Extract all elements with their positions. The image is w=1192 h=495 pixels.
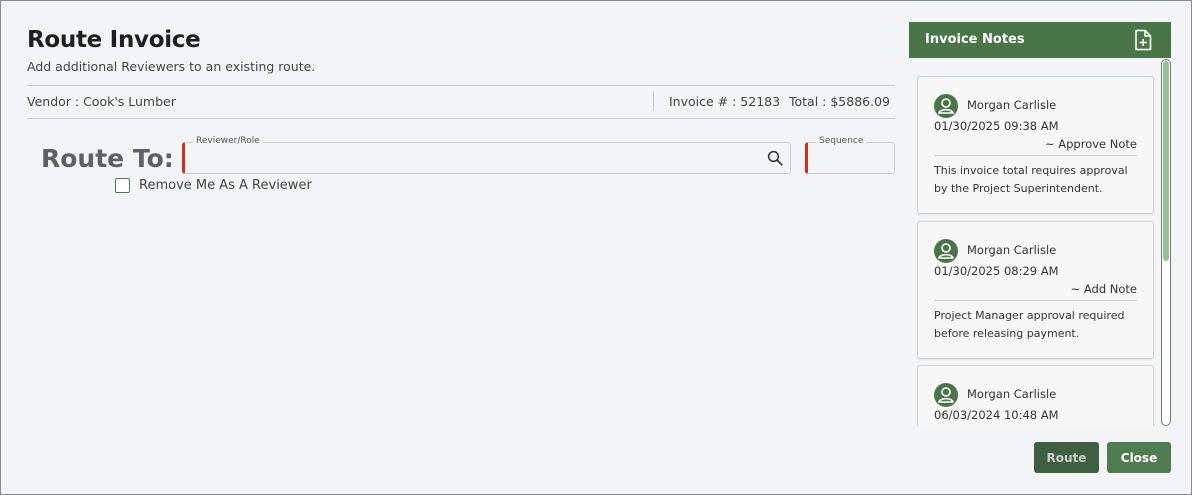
sequence-label: Sequence (816, 136, 867, 146)
note-date: 01/30/2025 08:29 AM (934, 264, 1059, 278)
user-icon (934, 383, 958, 407)
vendor-label: Vendor : Cook's Lumber (27, 94, 176, 109)
note-author: Morgan Carlisle (967, 243, 1057, 257)
divider (27, 118, 895, 119)
divider (27, 85, 895, 86)
close-button[interactable]: Close (1107, 442, 1171, 473)
note-divider (934, 155, 1137, 156)
note-text: Project Manager approval required before… (934, 309, 1125, 340)
invoice-total: Total : $5886.09 (789, 94, 890, 109)
invoice-notes-title: Invoice Notes (925, 32, 1025, 47)
user-icon (934, 239, 958, 263)
notes-scrollbar[interactable] (1161, 59, 1171, 426)
sequence-field[interactable]: Sequence (805, 136, 895, 174)
reviewer-role-label: Reviewer/Role (193, 136, 263, 146)
note-divider (934, 300, 1137, 301)
route-invoice-dialog: Route Invoice Add additional Reviewers t… (0, 0, 1192, 495)
note-type: ~ Approve Note (1044, 137, 1137, 151)
scrollbar-thumb[interactable] (1163, 61, 1169, 261)
note-date: 01/30/2025 09:38 AM (934, 119, 1059, 133)
vertical-divider (653, 91, 654, 111)
file-plus-icon[interactable] (1133, 29, 1153, 51)
route-to-label: Route To: (41, 144, 174, 173)
remove-me-row[interactable]: Remove Me As A Reviewer (115, 178, 312, 193)
note-card: Morgan Carlisle 01/30/2025 08:29 AM ~ Ad… (917, 221, 1154, 359)
user-icon (934, 94, 958, 118)
note-author: Morgan Carlisle (967, 387, 1057, 401)
invoice-notes-panel: Invoice Notes Morgan Carlisle 01/30/2025… (909, 22, 1171, 426)
dialog-subtitle: Add additional Reviewers to an existing … (27, 59, 316, 74)
note-card: Morgan Carlisle 06/03/2024 10:48 AM (917, 365, 1154, 426)
note-text: This invoice total requires approval by … (934, 164, 1128, 195)
remove-me-checkbox[interactable] (115, 178, 130, 193)
reviewer-role-field[interactable]: Reviewer/Role (182, 136, 791, 174)
search-icon[interactable] (766, 149, 784, 167)
note-card: Morgan Carlisle 01/30/2025 09:38 AM ~ Ap… (917, 76, 1154, 214)
invoice-notes-header: Invoice Notes (909, 22, 1171, 58)
note-type: ~ Add Note (1070, 282, 1137, 296)
remove-me-label[interactable]: Remove Me As A Reviewer (139, 178, 312, 193)
note-author: Morgan Carlisle (967, 98, 1057, 112)
route-button[interactable]: Route (1034, 442, 1099, 473)
dialog-title: Route Invoice (27, 27, 201, 53)
invoice-number: Invoice # : 52183 (669, 94, 781, 109)
note-date: 06/03/2024 10:48 AM (934, 408, 1059, 422)
notes-list[interactable]: Morgan Carlisle 01/30/2025 09:38 AM ~ Ap… (909, 58, 1171, 426)
